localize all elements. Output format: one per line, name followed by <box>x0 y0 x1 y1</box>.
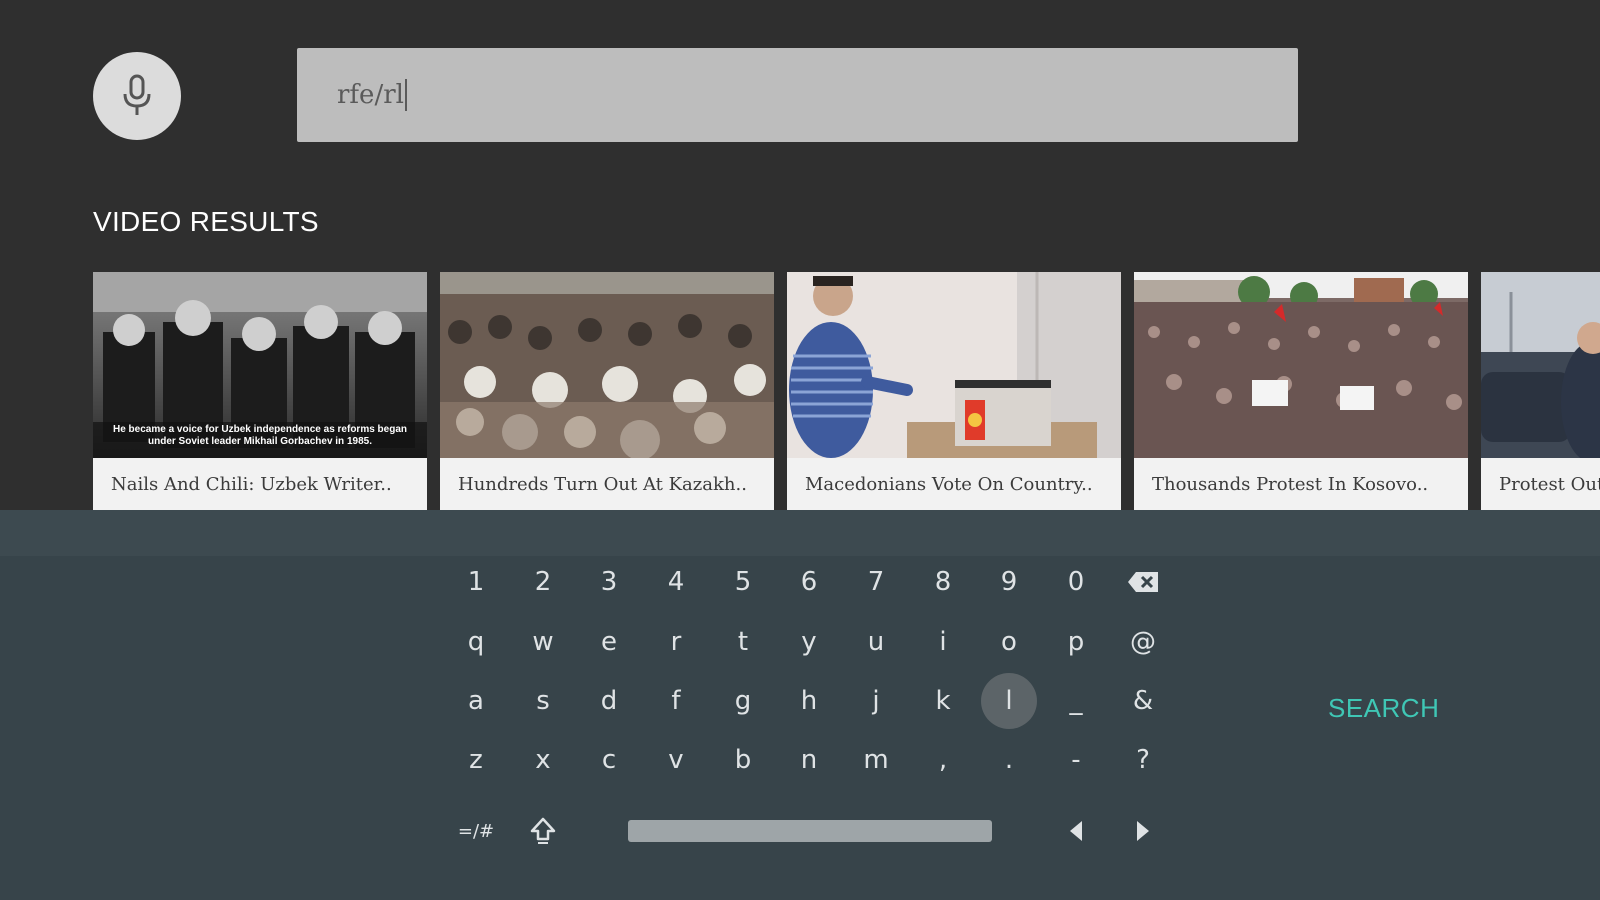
key-a[interactable]: a <box>448 673 504 729</box>
symbols-key[interactable]: =/# <box>448 803 504 859</box>
shift-key[interactable] <box>515 803 571 859</box>
key-t[interactable]: t <box>715 614 771 670</box>
video-card-1[interactable]: He became a voice for Uzbek independence… <box>93 272 427 510</box>
key-g[interactable]: g <box>715 673 771 729</box>
video-card-4[interactable]: Thousands Protest In Kosovo.. <box>1134 272 1468 510</box>
video-thumbnail: He became a voice for Uzbek independence… <box>93 272 427 458</box>
triangle-left-icon <box>1070 821 1082 841</box>
key-question[interactable]: ? <box>1115 732 1171 788</box>
key-i[interactable]: i <box>915 614 971 670</box>
key-underscore[interactable]: _ <box>1048 673 1104 729</box>
key-8[interactable]: 8 <box>915 554 971 610</box>
video-title: Macedonians Vote On Country.. <box>787 458 1121 510</box>
shift-icon <box>530 817 556 844</box>
video-title: Hundreds Turn Out At Kazakh.. <box>440 458 774 510</box>
key-r[interactable]: r <box>648 614 704 670</box>
key-u[interactable]: u <box>848 614 904 670</box>
key-7[interactable]: 7 <box>848 554 904 610</box>
key-w[interactable]: w <box>515 614 571 670</box>
results-panel: rfe/rl VIDEO RESULTS He became a voice f… <box>0 0 1600 510</box>
key-v[interactable]: v <box>648 732 704 788</box>
keyboard-top-strip <box>0 510 1600 556</box>
video-thumbnail <box>440 272 774 458</box>
key-y[interactable]: y <box>781 614 837 670</box>
video-thumbnail <box>1134 272 1468 458</box>
cursor-right-key[interactable] <box>1115 803 1171 859</box>
key-1[interactable]: 1 <box>448 554 504 610</box>
video-card-2[interactable]: Hundreds Turn Out At Kazakh.. <box>440 272 774 510</box>
video-thumbnail <box>1481 272 1600 458</box>
section-title: VIDEO RESULTS <box>93 206 319 237</box>
key-j[interactable]: j <box>848 673 904 729</box>
key-f[interactable]: f <box>648 673 704 729</box>
key-hyphen[interactable]: - <box>1048 732 1104 788</box>
video-results-row: He became a voice for Uzbek independence… <box>93 272 1600 510</box>
video-card-3[interactable]: Macedonians Vote On Country.. <box>787 272 1121 510</box>
triangle-right-icon <box>1137 821 1149 841</box>
onscreen-keyboard: 1 2 3 4 5 6 7 8 9 0 q w e r t y u i o p … <box>0 510 1600 900</box>
backspace-key[interactable] <box>1115 554 1171 610</box>
key-d[interactable]: d <box>581 673 637 729</box>
thumbnail-overlay-text: He became a voice for Uzbek independence… <box>113 424 407 447</box>
key-l-selected[interactable]: l <box>981 673 1037 729</box>
key-z[interactable]: z <box>448 732 504 788</box>
key-c[interactable]: c <box>581 732 637 788</box>
key-h[interactable]: h <box>781 673 837 729</box>
key-2[interactable]: 2 <box>515 554 571 610</box>
key-0[interactable]: 0 <box>1048 554 1104 610</box>
search-query-text: rfe/rl <box>337 80 404 110</box>
microphone-icon <box>123 74 151 115</box>
key-9[interactable]: 9 <box>981 554 1037 610</box>
video-title: Protest Out <box>1481 458 1600 510</box>
key-s[interactable]: s <box>515 673 571 729</box>
key-b[interactable]: b <box>715 732 771 788</box>
key-k[interactable]: k <box>915 673 971 729</box>
key-o[interactable]: o <box>981 614 1037 670</box>
key-comma[interactable]: , <box>915 732 971 788</box>
key-n[interactable]: n <box>781 732 837 788</box>
video-title: Thousands Protest In Kosovo.. <box>1134 458 1468 510</box>
key-3[interactable]: 3 <box>581 554 637 610</box>
cursor-left-key[interactable] <box>1048 803 1104 859</box>
video-thumbnail <box>787 272 1121 458</box>
text-caret <box>404 79 407 111</box>
search-action-button[interactable]: SEARCH <box>1328 693 1439 724</box>
voice-search-button[interactable] <box>93 52 181 140</box>
key-q[interactable]: q <box>448 614 504 670</box>
key-4[interactable]: 4 <box>648 554 704 610</box>
key-5[interactable]: 5 <box>715 554 771 610</box>
key-at[interactable]: @ <box>1115 614 1171 670</box>
key-x[interactable]: x <box>515 732 571 788</box>
space-bar[interactable] <box>628 820 992 842</box>
key-e[interactable]: e <box>581 614 637 670</box>
video-title: Nails And Chili: Uzbek Writer.. <box>93 458 427 510</box>
key-p[interactable]: p <box>1048 614 1104 670</box>
key-m[interactable]: m <box>848 732 904 788</box>
key-ampersand[interactable]: & <box>1115 673 1171 729</box>
search-input[interactable]: rfe/rl <box>297 48 1298 142</box>
key-6[interactable]: 6 <box>781 554 837 610</box>
video-card-5[interactable]: Protest Out <box>1481 272 1600 510</box>
backspace-icon <box>1128 572 1158 592</box>
key-period[interactable]: . <box>981 732 1037 788</box>
